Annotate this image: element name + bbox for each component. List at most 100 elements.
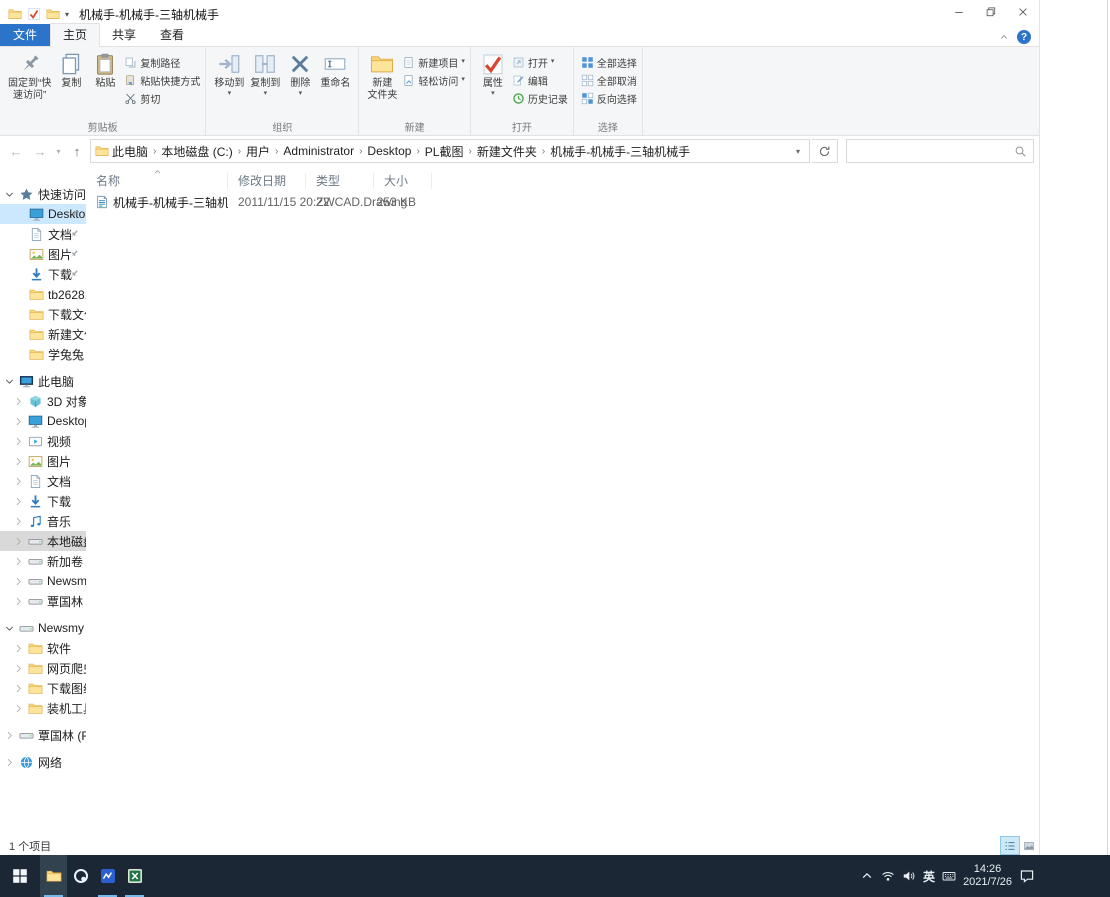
tree-item[interactable]: 文档 <box>0 224 86 244</box>
edit-button[interactable]: 编辑 <box>512 72 568 88</box>
cut-button[interactable]: 剪切 <box>124 90 200 106</box>
volume-icon[interactable] <box>902 869 916 883</box>
tree-item[interactable]: Newsmy (E:) <box>0 571 86 591</box>
tree-item[interactable]: 文档 <box>0 471 86 491</box>
rename-button[interactable]: 重命名 <box>317 50 353 92</box>
download-icon <box>28 494 43 509</box>
tree-section-0[interactable]: 快速访问 <box>0 184 86 204</box>
new-item-button[interactable]: 新建项目 ▾ <box>402 54 465 70</box>
properties-button[interactable]: 属性 ▾ <box>476 50 510 100</box>
forward-button[interactable]: → <box>29 140 51 162</box>
tree-item[interactable]: 图片 <box>0 451 86 471</box>
new-folder-button[interactable]: 新建 文件夹 <box>364 50 400 104</box>
tree-item[interactable]: 新加卷 (D:) <box>0 551 86 571</box>
breadcrumb-item[interactable]: 此电脑 <box>109 143 151 160</box>
tree-item[interactable]: 音乐 <box>0 511 86 531</box>
tree-item[interactable]: 学兔兔 <box>0 344 86 364</box>
close-button[interactable] <box>1007 0 1039 24</box>
search-input[interactable] <box>853 144 1014 158</box>
action-center-icon[interactable] <box>1019 868 1035 884</box>
collapse-ribbon-button[interactable] <box>999 32 1009 42</box>
select-invert-button[interactable]: 反向选择 <box>581 90 637 106</box>
breadcrumb-item[interactable]: 本地磁盘 (C:) <box>158 143 235 160</box>
tree-item[interactable]: Desktop <box>0 204 86 224</box>
breadcrumb-item[interactable]: Administrator <box>280 144 357 158</box>
recent-locations-button[interactable]: ▾ <box>53 140 64 162</box>
breadcrumb-separator: › <box>275 145 279 157</box>
copy-path-button[interactable]: 复制路径 <box>124 54 200 70</box>
pictures-icon <box>28 454 43 469</box>
tree-item[interactable]: 下载 <box>0 264 86 284</box>
pin-button[interactable]: 固定到“快 速访问” <box>5 50 54 104</box>
tab-file[interactable]: 文件 <box>0 24 51 46</box>
tree-item[interactable]: 装机工具 <box>0 698 86 718</box>
column-header-3[interactable]: 大小 <box>374 173 432 189</box>
tree-item[interactable]: 本地磁盘 (C:) <box>0 531 86 551</box>
tree-section-2[interactable]: Newsmy (E:) <box>0 618 86 638</box>
breadcrumb-item[interactable]: 用户 <box>243 143 273 160</box>
copy-button[interactable]: 复制 <box>54 50 88 92</box>
start-button[interactable] <box>0 855 40 897</box>
paste-shortcut-button[interactable]: 粘贴快捷方式 <box>124 72 200 88</box>
taskbar-file-explorer[interactable] <box>40 855 67 897</box>
tree-item[interactable]: 新建文件夹 <box>0 324 86 344</box>
taskbar-clock[interactable]: 14:26 2021/7/26 <box>963 863 1012 889</box>
taskbar-cad-app[interactable] <box>94 855 121 897</box>
column-header-2[interactable]: 类型 <box>306 173 374 189</box>
address-dropdown-button[interactable]: ▾ <box>787 147 809 156</box>
column-header-1[interactable]: 修改日期 <box>228 173 306 189</box>
network-icon[interactable] <box>881 869 895 883</box>
tab-share[interactable]: 共享 <box>100 24 148 46</box>
browser-icon <box>73 868 89 884</box>
file-row[interactable]: 机械手-机械手-三轴机械手 2011/11/15 20:22ZWCAD.Drawi… <box>86 192 1039 212</box>
taskbar-spreadsheet-app[interactable] <box>121 855 148 897</box>
tree-item[interactable]: tb262811135【主 <box>0 284 86 304</box>
breadcrumb-item[interactable]: Desktop <box>364 144 414 158</box>
qat-properties-button[interactable] <box>24 5 43 23</box>
tab-home[interactable]: 主页 <box>50 23 101 47</box>
tree-item[interactable]: 下载 <box>0 491 86 511</box>
touch-keyboard-icon[interactable] <box>942 869 956 883</box>
restore-button[interactable] <box>975 0 1007 24</box>
tree-item[interactable]: 3D 对象 <box>0 391 86 411</box>
back-button[interactable]: ← <box>5 140 27 162</box>
select-none-button[interactable]: 全部取消 <box>581 72 637 88</box>
tree-item[interactable]: 视频 <box>0 431 86 451</box>
hidden-icons-button[interactable] <box>860 869 874 883</box>
move-to-button[interactable]: 移动到 ▾ <box>211 50 247 100</box>
easy-access-button[interactable]: 轻松访问 ▾ <box>402 72 465 88</box>
minimize-button[interactable] <box>943 0 975 24</box>
refresh-button[interactable] <box>812 139 838 163</box>
breadcrumb-item[interactable]: 机械手-机械手-三轴机械手 <box>547 143 693 160</box>
tab-view[interactable]: 查看 <box>148 24 196 46</box>
help-button[interactable]: ? <box>1017 30 1031 44</box>
tree-item[interactable]: 下载图纸 <box>0 678 86 698</box>
up-button[interactable]: ↑ <box>66 140 88 162</box>
tree-item[interactable]: 软件 <box>0 638 86 658</box>
tree-section-4[interactable]: 网络 <box>0 752 86 772</box>
tree-item[interactable]: Desktop <box>0 411 86 431</box>
taskbar-browser[interactable] <box>67 855 94 897</box>
app-icon <box>8 7 22 21</box>
tree-item[interactable]: 图片 <box>0 244 86 264</box>
copy-icon <box>59 52 83 76</box>
qat-new-folder-button[interactable] <box>43 5 62 23</box>
breadcrumb-item[interactable]: 新建文件夹 <box>474 143 540 160</box>
ime-indicator[interactable]: 英 <box>923 868 935 885</box>
delete-button[interactable]: 删除 ▾ <box>283 50 317 100</box>
tree-item[interactable]: 覃国林 (F:) <box>0 591 86 611</box>
tree-section-3[interactable]: 覃国林 (F:) <box>0 725 86 745</box>
paste-button[interactable]: 粘贴 <box>88 50 122 92</box>
tree-item[interactable]: 下载文件夹 <box>0 304 86 324</box>
open-button[interactable]: 打开 ▾ <box>512 54 568 70</box>
copy-to-button[interactable]: 复制到 ▾ <box>247 50 283 100</box>
tree-section-1[interactable]: 此电脑 <box>0 371 86 391</box>
tree-item[interactable]: 网页爬虫 <box>0 658 86 678</box>
system-tray: 英 14:26 2021/7/26 <box>860 855 1035 897</box>
details-view-button[interactable] <box>1000 836 1020 855</box>
select-all-button[interactable]: 全部选择 <box>581 54 637 70</box>
thumbnails-view-button[interactable] <box>1020 837 1038 854</box>
qat-customize-button[interactable]: ▾ <box>62 10 72 19</box>
history-button[interactable]: 历史记录 <box>512 90 568 106</box>
breadcrumb-item[interactable]: PL截图 <box>422 143 467 160</box>
